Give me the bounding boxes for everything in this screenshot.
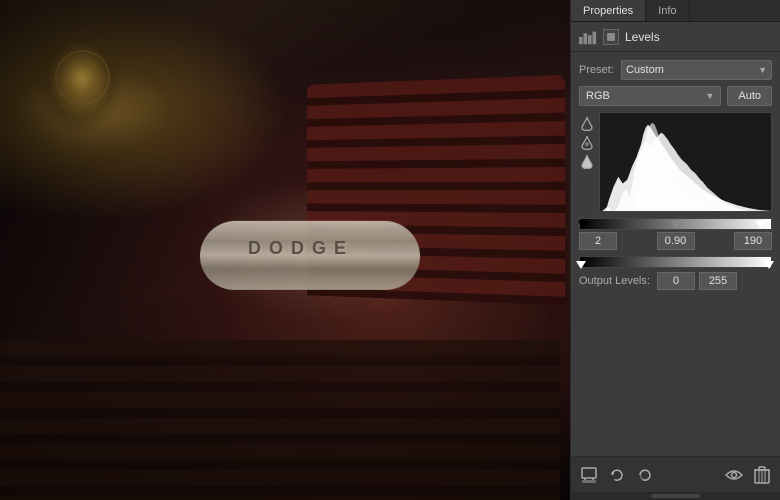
panel-header: Levels <box>571 22 780 52</box>
delete-button[interactable] <box>752 465 772 485</box>
output-row: Output Levels: <box>579 272 772 290</box>
output-section: Output Levels: <box>579 256 772 290</box>
tab-properties-label: Properties <box>583 5 633 17</box>
dodge-text: DODGE <box>248 238 354 259</box>
previous-state-button[interactable] <box>635 465 655 485</box>
levels-icon <box>579 29 597 45</box>
auto-button-label: Auto <box>738 90 761 102</box>
clip-to-layer-button[interactable] <box>579 465 599 485</box>
scroll-hint <box>571 492 780 500</box>
preset-label: Preset: <box>579 64 615 76</box>
panel-toolbar <box>571 456 780 492</box>
preset-dropdown[interactable]: Custom ▼ <box>621 60 772 80</box>
auto-button[interactable]: Auto <box>727 86 772 106</box>
channel-dropdown[interactable]: RGB ▼ <box>579 86 721 106</box>
midtone-handle[interactable] <box>671 221 681 229</box>
scroll-track <box>651 494 700 498</box>
preset-value: Custom <box>626 64 664 76</box>
midtone-input[interactable] <box>657 232 695 250</box>
panel-body: Preset: Custom ▼ RGB ▼ Auto <box>571 52 780 456</box>
white-point-input[interactable] <box>734 232 772 250</box>
histogram-box <box>599 112 772 212</box>
output-white-input[interactable] <box>699 272 737 290</box>
lower-grill <box>0 340 560 500</box>
eyedropper-black[interactable] <box>579 116 595 132</box>
output-white-handle[interactable] <box>764 261 774 269</box>
black-point-handle[interactable] <box>578 221 588 229</box>
channel-row: RGB ▼ Auto <box>579 86 772 106</box>
histogram-svg <box>600 113 771 211</box>
tab-bar: Properties Info <box>571 0 780 22</box>
eyedropper-tools <box>579 112 595 212</box>
output-values <box>657 272 737 290</box>
output-gradient-bar <box>579 256 772 268</box>
tab-info[interactable]: Info <box>646 0 689 21</box>
output-label: Output Levels: <box>579 275 651 287</box>
visibility-indicator <box>607 33 615 41</box>
input-values-row <box>579 232 772 250</box>
channel-dropdown-arrow: ▼ <box>705 91 714 101</box>
output-black-input[interactable] <box>657 272 695 290</box>
eyedropper-gray[interactable] <box>579 135 595 151</box>
properties-panel: Properties Info Levels <box>570 0 780 500</box>
tab-properties[interactable]: Properties <box>571 0 646 21</box>
output-black-handle[interactable] <box>576 261 586 269</box>
eyedropper-white[interactable] <box>579 154 595 170</box>
tab-info-label: Info <box>658 5 676 17</box>
input-gradient-bar <box>579 218 772 230</box>
visibility-toggle[interactable] <box>603 29 619 45</box>
visibility-button[interactable] <box>724 465 744 485</box>
preset-row: Preset: Custom ▼ <box>579 60 772 80</box>
histogram-section <box>579 112 772 212</box>
reset-button[interactable] <box>607 465 627 485</box>
white-point-handle[interactable] <box>756 221 766 229</box>
input-levels-section <box>579 218 772 250</box>
preset-dropdown-arrow: ▼ <box>758 65 767 75</box>
black-point-input[interactable] <box>579 232 617 250</box>
panel-title: Levels <box>625 30 660 44</box>
channel-value: RGB <box>586 90 610 102</box>
main-container: DODGE Properties Info <box>0 0 780 500</box>
